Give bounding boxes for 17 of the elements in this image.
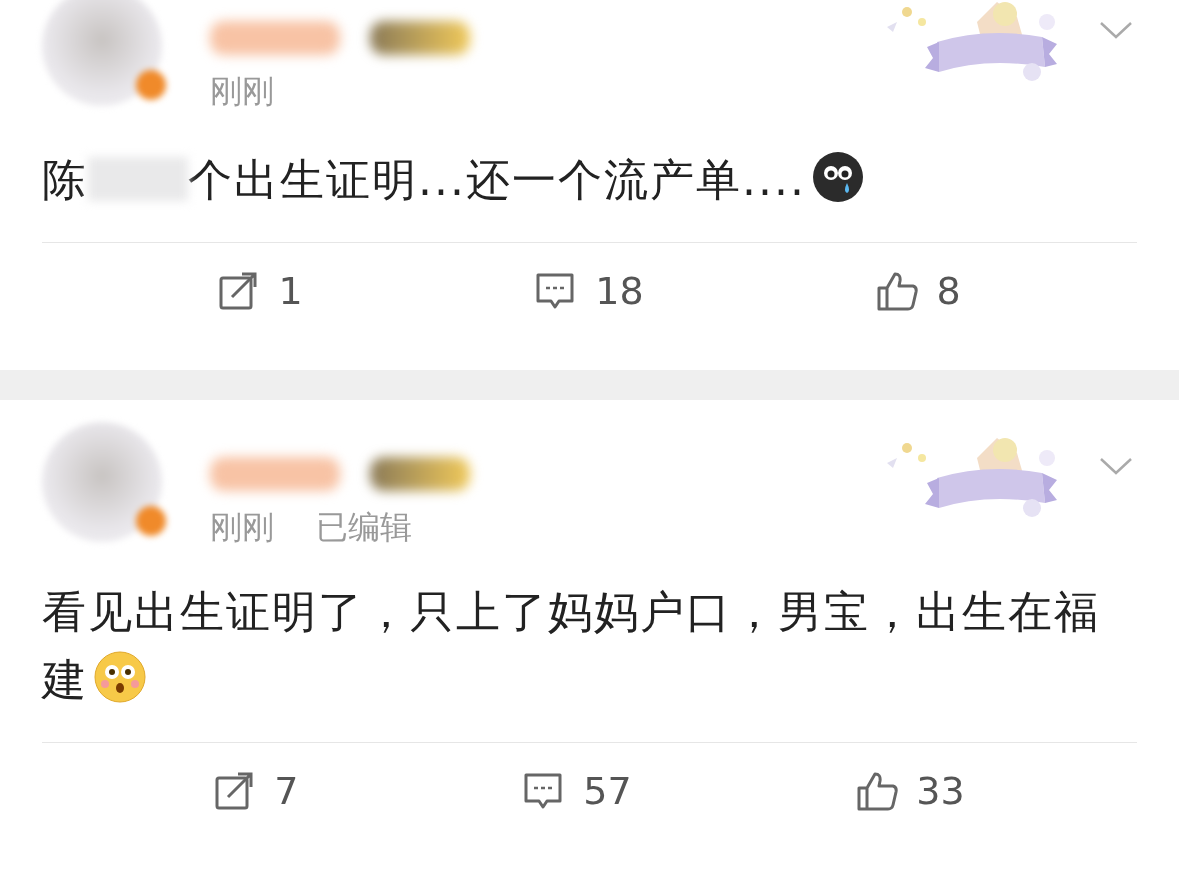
comment-button[interactable]: 18 — [535, 269, 644, 313]
like-button[interactable]: 33 — [856, 769, 965, 813]
thumbs-up-icon — [876, 271, 919, 311]
edited-label: 已编辑 — [316, 507, 412, 548]
flushed-emoji-icon — [94, 651, 146, 703]
like-button[interactable]: 8 — [876, 269, 961, 313]
post-text: 看见出生证明了，只上了妈妈户口，男宝，出生在福建 — [42, 585, 1101, 707]
post-time: 刚刚 — [210, 507, 274, 548]
comment-button[interactable]: 57 — [523, 769, 632, 813]
chevron-down-icon[interactable] — [1099, 20, 1133, 40]
post-text: 陈 个出生证明...还一个流产单.... — [42, 146, 1112, 214]
post-time: 刚刚 — [210, 71, 274, 112]
repost-button[interactable]: 1 — [218, 269, 303, 313]
thumbs-up-icon — [856, 771, 899, 811]
chevron-down-icon[interactable] — [1099, 456, 1133, 476]
repost-button[interactable]: 7 — [214, 769, 299, 813]
crying-emoji-icon — [811, 151, 864, 203]
